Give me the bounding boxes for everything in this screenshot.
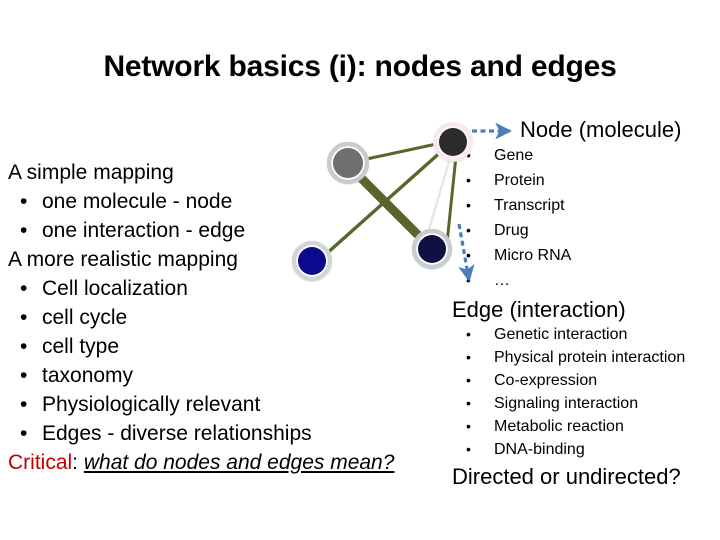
bullet-glyph: • — [20, 219, 28, 242]
left-line-text: Edges - diverse relationships — [42, 422, 312, 445]
bullet-glyph: • — [466, 418, 471, 434]
slide-canvas: Network basics (i): nodes and edges A si… — [0, 0, 720, 540]
bullet-glyph: • — [20, 277, 28, 300]
edge-item-label: Signaling interaction — [494, 395, 639, 412]
edge-item-label: Genetic interaction — [494, 326, 628, 343]
bullet-glyph: • — [20, 364, 28, 387]
graph-node-blue[interactable] — [291, 240, 333, 282]
graph-node-dark[interactable] — [433, 122, 473, 162]
bullet-glyph: • — [466, 395, 471, 411]
graph-edge-stub — [445, 154, 458, 245]
bullet-glyph: • — [466, 349, 471, 365]
critical-question: what do nodes and edges mean? — [83, 451, 395, 474]
bullet-glyph: • — [20, 393, 28, 416]
list-item: • Physiologically relevant — [8, 390, 428, 419]
graph-edge-gray-dark — [360, 141, 443, 162]
graph-edge-faint — [425, 153, 453, 238]
bullet-glyph: • — [20, 335, 28, 358]
graph-node-navy[interactable] — [411, 228, 453, 270]
page-title: Network basics (i): nodes and edges — [103, 50, 617, 83]
left-line-text: Physiologically relevant — [42, 393, 261, 416]
left-line-text: taxonomy — [42, 364, 134, 387]
bullet-glyph: • — [466, 326, 471, 342]
list-item: • taxonomy — [8, 361, 428, 390]
list-item: • Edges - diverse relationships — [8, 419, 428, 448]
left-line-text: Cell localization — [42, 277, 188, 300]
list-item: • DNA-binding — [452, 438, 720, 461]
edge-item-label: DNA-binding — [494, 441, 585, 458]
edge-item-label: Co-expression — [494, 372, 598, 389]
bullet-glyph: • — [20, 306, 28, 329]
graph-node-gray[interactable] — [326, 141, 370, 185]
bullet-glyph: • — [20, 422, 28, 445]
left-line-text: one interaction - edge — [42, 219, 246, 242]
list-item: • Genetic interaction — [452, 323, 720, 346]
list-item: • cell type — [8, 332, 428, 361]
list-item: • Metabolic reaction — [452, 415, 720, 438]
left-line-text: cell type — [42, 335, 120, 358]
bullet-glyph: • — [466, 441, 471, 457]
left-line-text: A simple mapping — [8, 161, 174, 184]
left-line-text: cell cycle — [42, 306, 128, 329]
arrow-to-edge-label-icon — [457, 223, 475, 282]
network-diagram — [280, 108, 540, 308]
bullet-glyph: • — [466, 372, 471, 388]
critical-separator: : — [72, 451, 84, 474]
closing-question: Directed or undirected? — [452, 464, 681, 489]
left-line-text: A more realistic mapping — [8, 248, 238, 271]
edge-item-label: Metabolic reaction — [494, 418, 624, 435]
edge-item-label: Physical protein interaction — [494, 349, 686, 366]
bullet-glyph: • — [20, 190, 28, 213]
graph-edge-gray-navy — [352, 169, 429, 246]
list-item: • Physical protein interaction — [452, 346, 720, 369]
list-item: • Signaling interaction — [452, 392, 720, 415]
left-line-text: one molecule - node — [42, 190, 233, 213]
critical-label: Critical — [8, 451, 73, 474]
list-item: • Co-expression — [452, 369, 720, 392]
critical-statement: Critical: what do nodes and edges mean? — [8, 448, 428, 477]
